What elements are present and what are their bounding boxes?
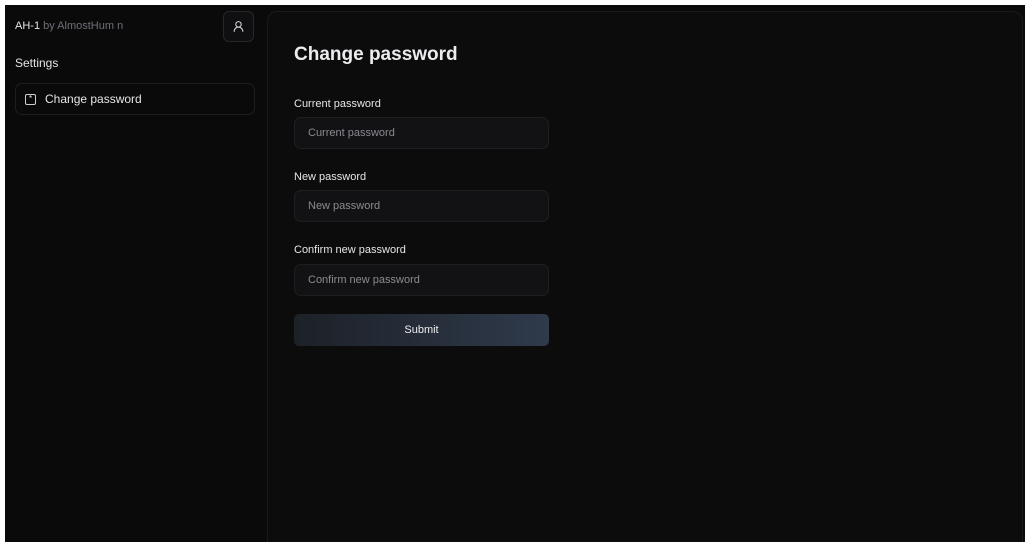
asterisk-square-icon: *: [25, 93, 36, 105]
user-icon: [233, 21, 244, 32]
page-title: Change password: [294, 44, 458, 65]
asterisk-glyph: *: [28, 94, 33, 103]
current-password-input[interactable]: [294, 117, 549, 149]
brand: AH-1 by AlmostHum n: [15, 20, 123, 33]
user-menu-button[interactable]: [223, 11, 254, 42]
brand-name: AH-1: [15, 20, 41, 32]
sidebar-item-change-password[interactable]: * Change password: [15, 83, 255, 115]
sidebar-item-label: Change password: [45, 92, 142, 106]
main-panel: Change password Current password New pas…: [267, 11, 1023, 542]
new-password-label: New password: [294, 171, 367, 183]
new-password-input[interactable]: [294, 190, 549, 222]
app-window: AH-1 by AlmostHum n Settings * Change pa…: [5, 5, 1025, 542]
confirm-password-input[interactable]: [294, 264, 549, 296]
submit-button[interactable]: Submit: [294, 314, 549, 346]
confirm-password-label: Confirm new password: [294, 244, 406, 256]
settings-section-title: Settings: [15, 56, 59, 70]
current-password-label: Current password: [294, 98, 381, 110]
sidebar: AH-1 by AlmostHum n Settings * Change pa…: [5, 5, 267, 542]
brand-suffix: by AlmostHum n: [40, 20, 124, 32]
